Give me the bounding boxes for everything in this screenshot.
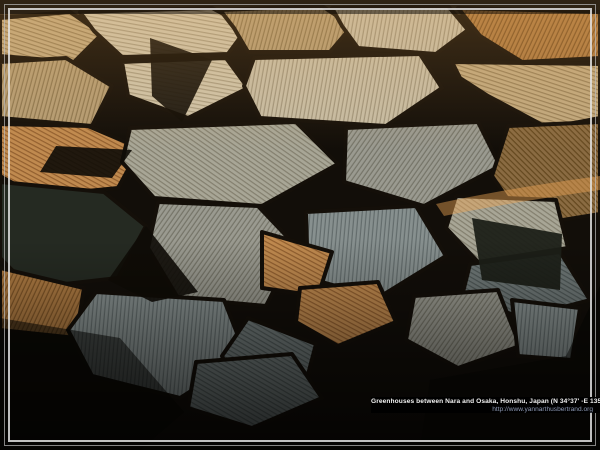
wallpaper-root: Greenhouses between Nara and Osaka, Hons… <box>0 0 600 450</box>
caption-title: Greenhouses between Nara and Osaka, Hons… <box>371 398 593 406</box>
aerial-photo <box>0 0 600 450</box>
caption-bar: Greenhouses between Nara and Osaka, Hons… <box>371 397 600 413</box>
caption-url: http://www.yannarthusbertrand.org <box>371 406 593 414</box>
